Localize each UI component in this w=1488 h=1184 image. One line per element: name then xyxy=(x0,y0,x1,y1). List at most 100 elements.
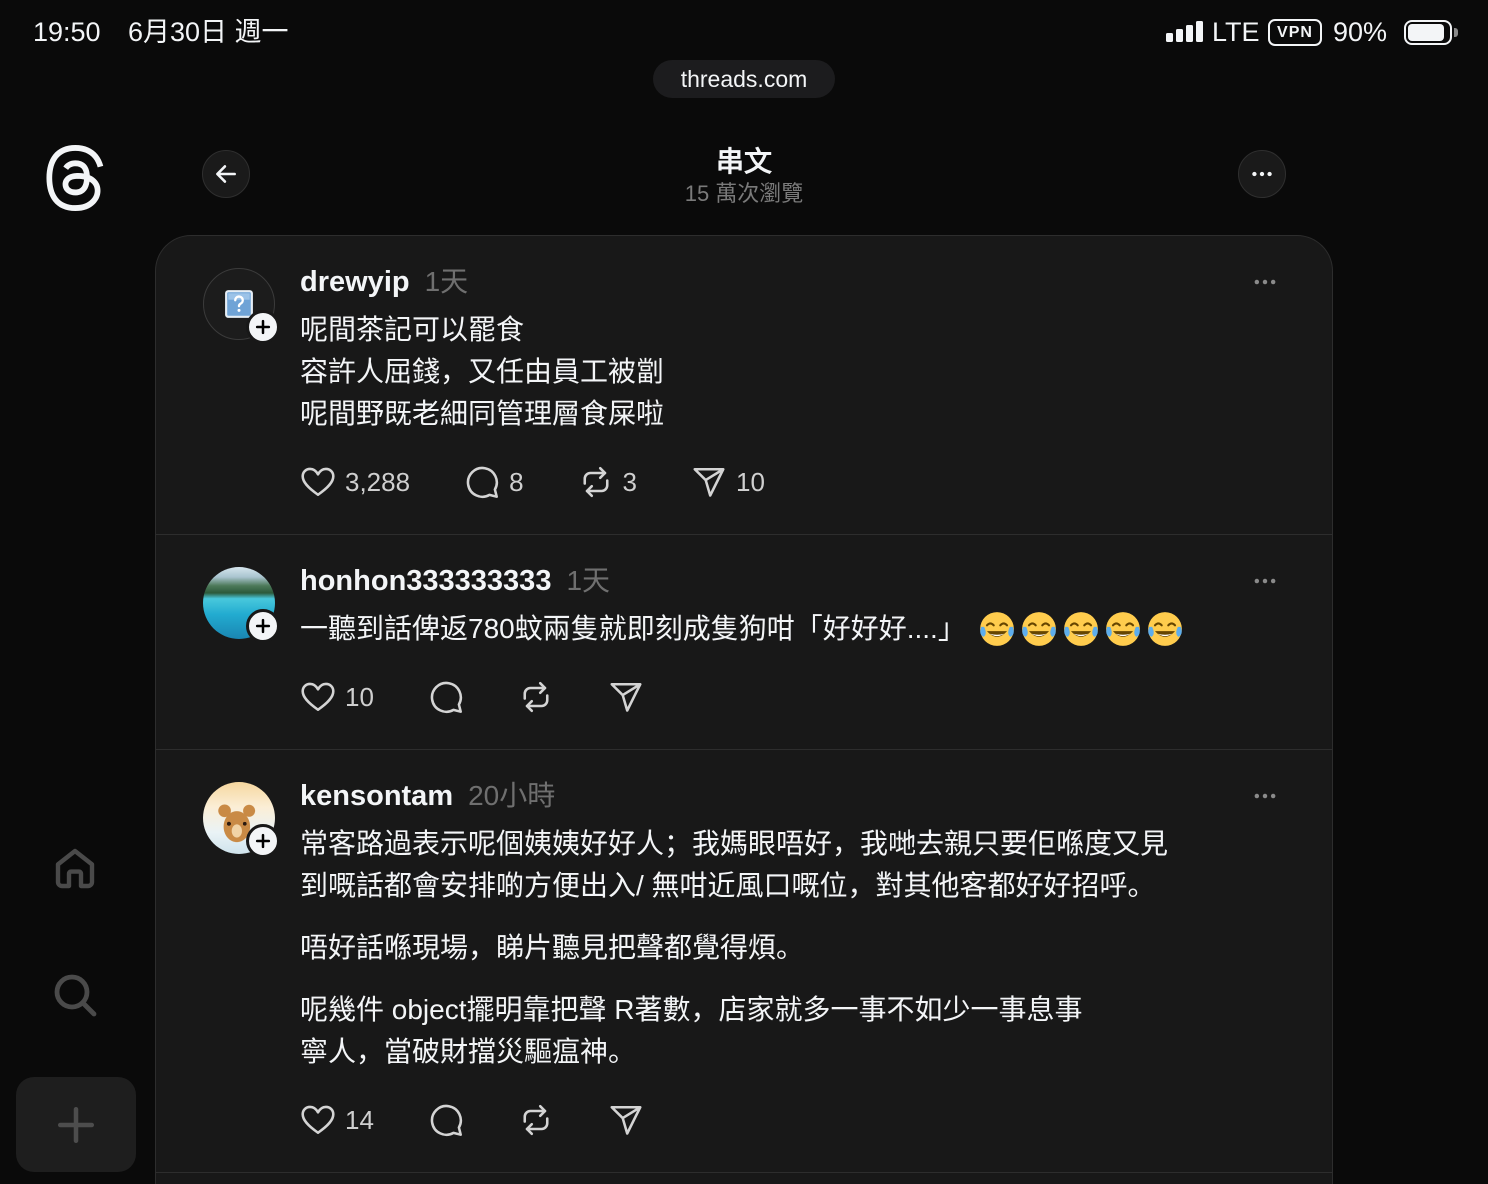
more-icon xyxy=(1254,279,1276,285)
plus-icon xyxy=(255,618,271,634)
search-svg xyxy=(54,974,97,1017)
battery-percent: 90% xyxy=(1333,17,1388,47)
text-line: 唔好話喺現場，睇片聽見把聲都覺得煩。 xyxy=(300,932,805,963)
post-content: honhon333333333 1天 一聽到話俾返780蚊兩隻就即刻成隻狗咁「好… xyxy=(300,561,1280,721)
create-button[interactable] xyxy=(16,1077,136,1172)
avatar[interactable] xyxy=(203,567,280,643)
post-header: honhon333333333 1天 xyxy=(300,561,1280,601)
threads-logo-icon[interactable] xyxy=(42,145,108,211)
heart-icon xyxy=(301,467,335,497)
post-header: kensontam 20小時 xyxy=(300,776,1280,816)
paragraph: 呢幾件 object擺明靠把聲 R著數，店家就多一事不如少一事息事 寧人，當破財… xyxy=(300,989,1280,1073)
text-line: 到嘅話都會安排啲方便出入/ 無咁近風口嘅位，對其他客都好好招呼。 xyxy=(300,870,1156,901)
heart-icon xyxy=(301,682,335,712)
share-button[interactable] xyxy=(608,1102,644,1138)
like-button[interactable]: 10 xyxy=(300,679,374,715)
reply-button[interactable]: 8 xyxy=(464,464,524,500)
view-count: 15 萬次瀏覽 xyxy=(684,181,804,206)
post-more-button[interactable] xyxy=(1250,566,1280,596)
more-icon xyxy=(1252,171,1272,177)
plus-icon xyxy=(255,833,271,849)
status-date: 6月30日 週一 xyxy=(128,17,289,47)
paragraph: 呢間茶記可以罷食 容許人屈錢，又任由員工被劏 呢間野既老細同管理層食屎啦 xyxy=(300,309,1280,435)
threads-logo-svg xyxy=(46,145,104,211)
home-icon[interactable] xyxy=(51,844,99,892)
battery-fill xyxy=(1408,24,1444,41)
post-actions: 10 xyxy=(300,673,1280,721)
comment-icon xyxy=(430,1104,462,1136)
post-text: 呢間茶記可以罷食 容許人屈錢，又任由員工被劏 呢間野既老細同管理層食屎啦 xyxy=(300,309,1280,435)
post-content: kensontam 20小時 常客路過表示呢個姨姨好好人；我媽眼唔好，我哋去親只… xyxy=(300,776,1280,1144)
post-actions: 3,288 8 3 10 xyxy=(300,458,1280,506)
share-button[interactable]: 10 xyxy=(691,464,765,500)
repost-count: 3 xyxy=(622,467,638,497)
repost-icon xyxy=(523,681,549,713)
text-line: 呢幾件 object擺明靠把聲 R著數，店家就多一事不如少一事息事 xyxy=(300,994,1083,1025)
face-with-tears-of-joy-icon xyxy=(1146,610,1184,648)
follow-button[interactable] xyxy=(246,609,280,643)
like-count: 10 xyxy=(345,682,374,712)
avatar[interactable] xyxy=(203,268,280,344)
heart-icon xyxy=(301,1105,335,1135)
post-content: drewyip 1天 呢間茶記可以罷食 容許人屈錢，又任由員工被劏 呢間野既老細… xyxy=(300,262,1280,506)
more-icon xyxy=(1254,793,1276,799)
follow-button[interactable] xyxy=(246,310,280,344)
like-count: 3,288 xyxy=(345,467,411,497)
repost-button[interactable] xyxy=(518,679,554,715)
face-with-tears-of-joy-icon xyxy=(1104,610,1142,648)
text-line: 呢間野既老細同管理層食屎啦 xyxy=(300,398,665,429)
back-button[interactable] xyxy=(202,150,250,198)
thread-card: drewyip 1天 呢間茶記可以罷食 容許人屈錢，又任由員工被劏 呢間野既老細… xyxy=(155,235,1333,1184)
repost-button[interactable] xyxy=(518,1102,554,1138)
url-bar[interactable]: threads.com xyxy=(653,60,835,98)
like-button[interactable]: 3,288 xyxy=(300,464,410,500)
battery-icon xyxy=(1404,20,1452,45)
plus-icon xyxy=(57,1106,95,1143)
reply-button[interactable] xyxy=(428,1102,464,1138)
network-type: LTE xyxy=(1212,17,1260,47)
username[interactable]: honhon333333333 xyxy=(300,561,551,601)
post-more-button[interactable] xyxy=(1250,267,1280,297)
arrow-left-icon xyxy=(216,165,236,183)
comment-icon xyxy=(466,466,499,498)
page-title: 串文 xyxy=(715,146,772,177)
avatar[interactable] xyxy=(203,782,280,858)
timestamp[interactable]: 1天 xyxy=(566,561,610,601)
timestamp[interactable]: 1天 xyxy=(425,262,469,302)
status-time: 19:50 xyxy=(33,17,101,47)
reply-count: 8 xyxy=(509,467,524,497)
repost-button[interactable]: 3 xyxy=(578,464,637,500)
text-line: 一聽到話俾返780蚊兩隻就即刻成隻狗咁「好好好....」 xyxy=(300,613,966,644)
text-line: 呢間茶記可以罷食 xyxy=(300,314,525,345)
timestamp[interactable]: 20小時 xyxy=(468,776,555,816)
post-more-button[interactable] xyxy=(1250,781,1280,811)
cellular-signal-icon xyxy=(1166,21,1204,42)
thread-more-button[interactable] xyxy=(1238,150,1286,198)
search-icon[interactable] xyxy=(51,971,99,1019)
reply-button[interactable] xyxy=(428,679,464,715)
plus-icon xyxy=(255,319,271,335)
username[interactable]: kensontam xyxy=(300,776,453,816)
more-icon xyxy=(1254,578,1276,584)
share-count: 10 xyxy=(736,467,765,497)
comment-icon xyxy=(430,681,462,713)
send-icon xyxy=(693,467,725,497)
post[interactable]: drewyip 1天 呢間茶記可以罷食 容許人屈錢，又任由員工被劏 呢間野既老細… xyxy=(156,236,1332,535)
text-line: 常客路過表示呢個姨姨好好人；我媽眼唔好，我哋去親只要佢喺度又見 xyxy=(300,828,1169,859)
like-button[interactable]: 14 xyxy=(300,1102,374,1138)
home-svg xyxy=(55,848,95,889)
username[interactable]: drewyip xyxy=(300,262,410,302)
post[interactable]: honhon333333333 1天 一聽到話俾返780蚊兩隻就即刻成隻狗咁「好… xyxy=(156,535,1332,750)
paragraph: 唔好話喺現場，睇片聽見把聲都覺得煩。 xyxy=(300,927,1280,969)
face-with-tears-of-joy-icon xyxy=(1020,610,1058,648)
face-with-tears-of-joy-icon xyxy=(1062,610,1100,648)
post[interactable]: kensontam 20小時 常客路過表示呢個姨姨好好人；我媽眼唔好，我哋去親只… xyxy=(156,750,1332,1173)
emoji-group xyxy=(978,610,1184,648)
repost-icon xyxy=(583,466,609,498)
like-count: 14 xyxy=(345,1105,374,1135)
battery-nub xyxy=(1454,28,1458,37)
paragraph: 常客路過表示呢個姨姨好好人；我媽眼唔好，我哋去親只要佢喺度又見 到嘅話都會安排啲… xyxy=(300,823,1280,907)
post-header: drewyip 1天 xyxy=(300,262,1280,302)
share-button[interactable] xyxy=(608,679,644,715)
follow-button[interactable] xyxy=(246,824,280,858)
